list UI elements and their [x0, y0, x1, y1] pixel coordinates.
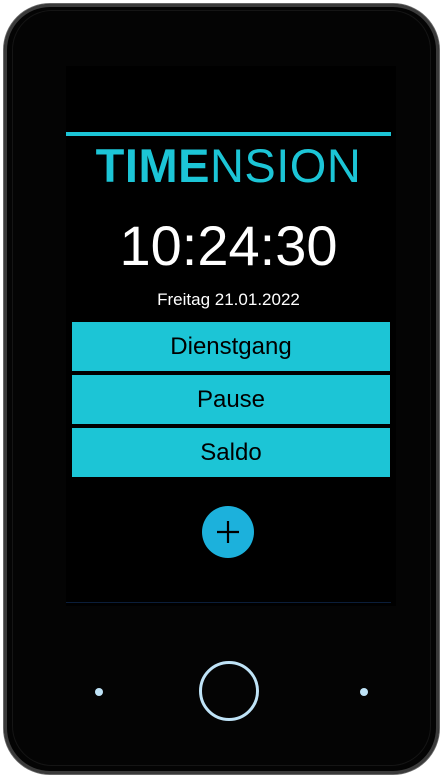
- add-button[interactable]: [202, 506, 254, 558]
- left-dot-icon[interactable]: [95, 688, 103, 696]
- header-divider: [66, 132, 391, 136]
- saldo-button[interactable]: Saldo: [72, 428, 390, 477]
- brand-logo-rest: NSION: [209, 139, 362, 192]
- brand-logo-bold: TIME: [95, 139, 210, 192]
- clock-date: Freitag 21.01.2022: [157, 290, 300, 309]
- brand-logo: TIMENSION: [66, 140, 391, 192]
- clock-time: 10:24:30: [119, 214, 338, 277]
- plus-icon: [217, 521, 239, 543]
- pause-button[interactable]: Pause: [72, 375, 390, 424]
- footer-divider: [66, 602, 391, 603]
- home-button[interactable]: [199, 661, 259, 721]
- device-frame: TIMENSION 10:24:30 Freitag 21.01.2022 Di…: [4, 4, 439, 774]
- screen: TIMENSION 10:24:30 Freitag 21.01.2022 Di…: [66, 66, 396, 606]
- dienstgang-button[interactable]: Dienstgang: [72, 322, 390, 371]
- right-dot-icon[interactable]: [360, 688, 368, 696]
